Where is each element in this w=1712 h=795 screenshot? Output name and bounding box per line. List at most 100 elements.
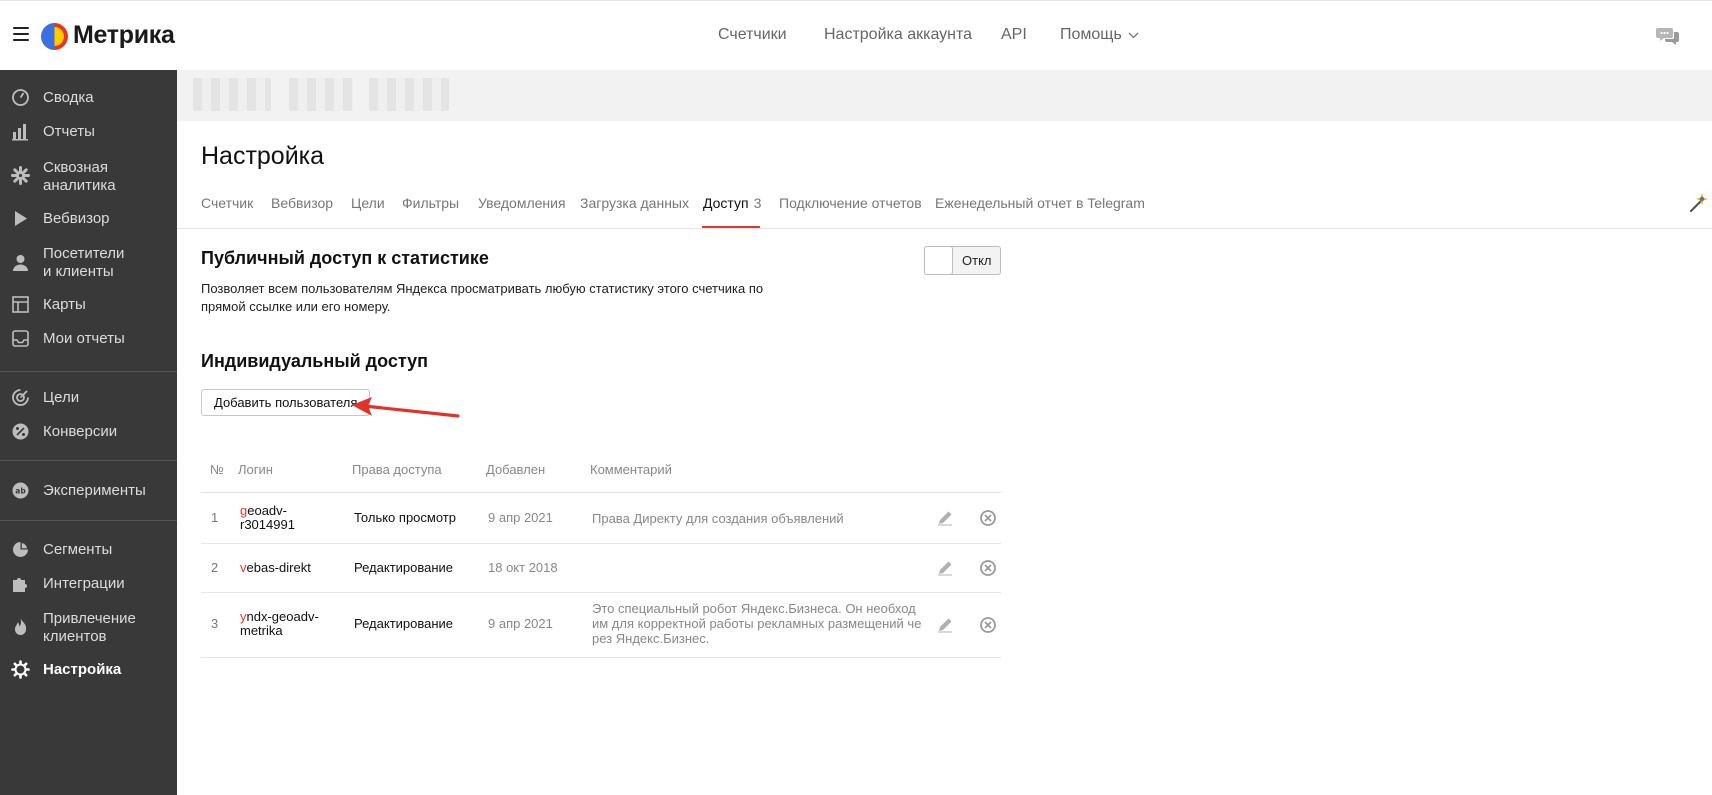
tab-data-upload[interactable]: Загрузка данных (580, 195, 689, 211)
sidebar-item-integrations[interactable]: Интеграции (0, 574, 177, 598)
chevron-down-icon (1128, 32, 1139, 39)
table-row: 1 geoadv-r3014991 Только просмотр 9 апр … (201, 493, 1001, 544)
column-header-login: Логин (238, 462, 273, 477)
sidebar-item-experiments[interactable]: ab Эксперименты (0, 481, 177, 505)
tab-counter[interactable]: Счетчик (201, 195, 253, 211)
nav-help-label: Помощь (1060, 26, 1122, 43)
play-icon (15, 211, 27, 226)
flower-icon (11, 166, 30, 185)
map-grid-icon (12, 296, 29, 313)
sidebar-item-maps[interactable]: Карты (0, 295, 177, 319)
sidebar-item-segments[interactable]: Сегменты (0, 540, 177, 564)
sidebar-item-label: Вебвизор (43, 210, 110, 227)
annotation-arrow (352, 397, 460, 418)
nav-counters[interactable]: Счетчики (718, 26, 787, 44)
row-added: 9 апр 2021 (488, 510, 553, 525)
svg-text:ab: ab (15, 487, 26, 496)
row-added: 18 окт 2018 (488, 560, 558, 575)
sidebar-item-label: Сегменты (43, 541, 113, 558)
nav-help[interactable]: Помощь (1060, 26, 1139, 44)
flame-icon (15, 618, 27, 635)
magic-wand-icon[interactable] (1688, 190, 1712, 214)
edit-pencil-icon[interactable] (936, 616, 954, 634)
percent-icon (12, 423, 29, 440)
inbox-icon (12, 330, 29, 347)
row-login: geoadv-r3014991 (240, 504, 310, 532)
tab-access-badge: 3 (753, 195, 762, 211)
tab-filters[interactable]: Фильтры (402, 195, 459, 211)
blurred-counter-site (369, 78, 449, 111)
table-row: 2 vebas-direkt Редактирование 18 окт 201… (201, 543, 1001, 593)
sidebar: Сводка Отчеты Сквозная аналитика Вебвизо… (0, 70, 177, 795)
gear-icon (11, 660, 30, 679)
pie-icon (13, 541, 29, 557)
toggle-state-label: Откл (962, 253, 992, 268)
sidebar-item-end-to-end-analytics[interactable]: Сквозная аналитика (0, 157, 177, 197)
nav-account-settings[interactable]: Настройка аккаунта (824, 26, 972, 44)
edit-pencil-icon[interactable] (936, 559, 954, 577)
bar-chart-icon (12, 124, 28, 141)
tab-weekly-telegram-report[interactable]: Еженедельный отчет в Telegram (935, 195, 1145, 211)
sidebar-divider (0, 460, 177, 461)
chat-support-icon[interactable] (1656, 25, 1680, 47)
ab-icon: ab (12, 482, 29, 499)
row-number: 2 (211, 560, 219, 575)
sidebar-item-label: Сводка (43, 89, 94, 106)
sidebar-item-webvisor[interactable]: Вебвизор (0, 209, 177, 233)
sidebar-item-label: Эксперименты (43, 482, 146, 499)
sidebar-item-label-line2: клиентов (43, 628, 107, 645)
sidebar-item-goals[interactable]: Цели (0, 388, 177, 412)
sidebar-item-label: Мои отчеты (43, 330, 125, 347)
target-icon (12, 389, 29, 406)
row-number: 3 (211, 616, 219, 631)
toggle-knob (924, 246, 953, 275)
row-login: yndx-geoadv-metrika (240, 610, 330, 638)
public-access-toggle[interactable]: Откл (924, 246, 1001, 275)
sidebar-item-reports[interactable]: Отчеты (0, 122, 177, 146)
tab-notifications[interactable]: Уведомления (478, 195, 566, 211)
gauge-icon (12, 89, 29, 106)
column-header-rights: Права доступа (352, 462, 442, 477)
logo-text[interactable]: Метрика (73, 21, 175, 50)
blurred-counter-id (289, 78, 353, 111)
sidebar-item-visitors[interactable]: Посетители и клиенты (0, 243, 177, 283)
delete-circle-x-icon[interactable] (979, 509, 997, 527)
row-login: vebas-direkt (240, 561, 311, 575)
sidebar-item-label: Привлечение (43, 610, 136, 627)
row-number: 1 (211, 510, 219, 525)
sidebar-item-label: Цели (43, 389, 80, 406)
table-row: 3 yndx-geoadv-metrika Редактирование 9 а… (201, 592, 1001, 658)
row-rights: Только просмотр (354, 510, 456, 525)
sidebar-item-settings[interactable]: Настройка (0, 660, 177, 684)
metrika-logo-icon (41, 23, 68, 50)
sidebar-item-client-acquisition[interactable]: Привлечение клиентов (0, 608, 177, 648)
row-rights: Редактирование (354, 560, 454, 575)
sidebar-item-label: Карты (43, 296, 86, 313)
edit-pencil-icon[interactable] (936, 509, 954, 527)
login-rest: ndx-geoadv-metrika (240, 609, 319, 638)
tab-access-label: Доступ (703, 195, 749, 211)
login-rest: eoadv-r3014991 (240, 503, 295, 532)
tab-webvisor[interactable]: Вебвизор (271, 195, 333, 211)
top-header: Метрика Счетчики Настройка аккаунта API … (0, 0, 1712, 70)
add-user-button[interactable]: Добавить пользователя (201, 389, 371, 416)
sidebar-item-label: Настройка (43, 661, 122, 678)
sidebar-item-label: Интеграции (43, 575, 125, 592)
row-comment: Права Директу для создания объявлений (592, 511, 844, 526)
sidebar-item-summary[interactable]: Сводка (0, 88, 177, 112)
tab-goals[interactable]: Цели (351, 195, 385, 211)
row-rights: Редактирование (354, 616, 454, 631)
sidebar-item-label-line2: и клиенты (43, 263, 114, 280)
tab-report-connection[interactable]: Подключение отчетов (779, 195, 922, 211)
delete-circle-x-icon[interactable] (979, 559, 997, 577)
public-access-title: Публичный доступ к статистике (201, 248, 489, 268)
sidebar-divider (0, 371, 177, 372)
nav-api[interactable]: API (1001, 26, 1027, 44)
sidebar-item-my-reports[interactable]: Мои отчеты (0, 329, 177, 353)
sidebar-item-conversions[interactable]: Конверсии (0, 422, 177, 446)
delete-circle-x-icon[interactable] (979, 616, 997, 634)
individual-access-title: Индивидуальный доступ (201, 351, 429, 371)
sidebar-item-label: Конверсии (43, 423, 118, 440)
tab-access[interactable]: Доступ 3 (703, 195, 761, 211)
menu-burger-icon[interactable] (13, 27, 29, 41)
